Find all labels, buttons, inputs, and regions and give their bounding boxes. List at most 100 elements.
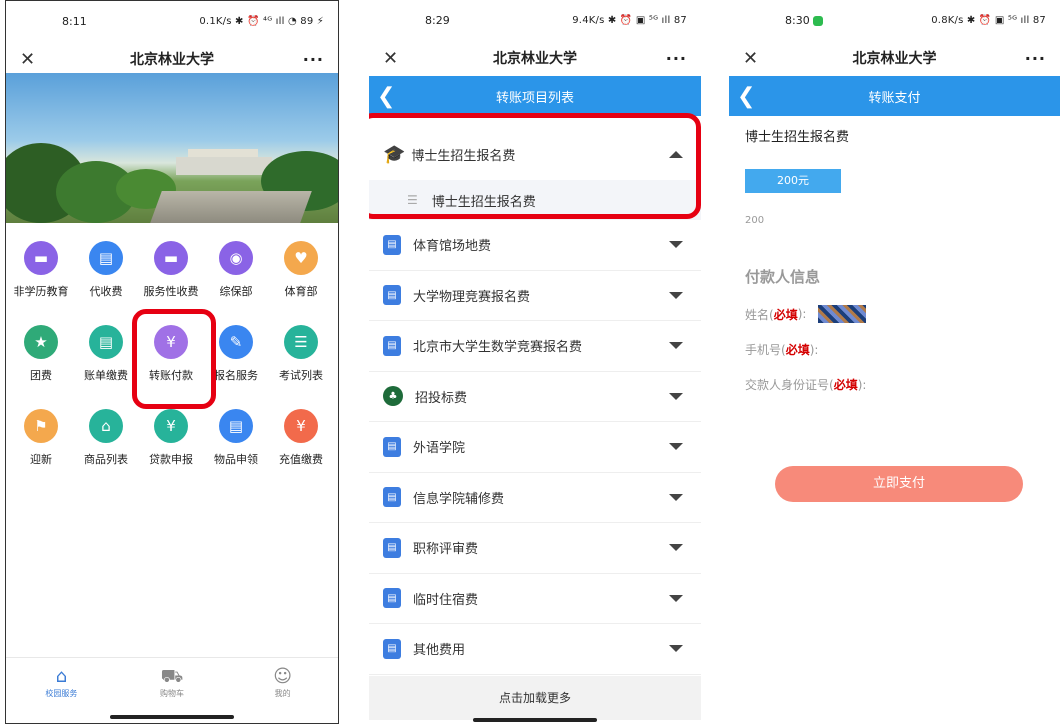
grid-item[interactable]: ▤ 代收费 [73, 241, 139, 299]
item-label: 外语学院 [413, 441, 466, 457]
grid-item-label: 物品申领 [214, 453, 258, 466]
more-options-icon[interactable]: ··· [303, 50, 324, 69]
home-indicator [473, 718, 597, 722]
grid-item[interactable]: ▤ 物品申领 [203, 409, 269, 467]
transfer-item-row[interactable]: ▤ 体育馆场地费 [369, 220, 701, 271]
chevron-down-icon[interactable] [669, 594, 683, 602]
status-indicators: 0.8K/s ✱ ⏰ ▣ ⁵ᴳ ıll 87 [931, 14, 1046, 26]
highlight-box [369, 113, 701, 219]
grid-item-label: 综保部 [219, 285, 253, 298]
chevron-down-icon[interactable] [669, 645, 683, 653]
item-label: 临时住宿费 [413, 592, 479, 608]
status-indicators: 9.4K/s ✱ ⏰ ▣ ⁵ᴳ ıll 87 [572, 14, 687, 26]
tab-label: 校园服务 [45, 689, 78, 698]
chevron-down-icon[interactable] [669, 241, 683, 249]
status-time: 8:29 [425, 13, 450, 27]
required-mark: 必填 [833, 378, 858, 392]
transfer-item-row[interactable]: ▤ 外语学院 [369, 422, 701, 473]
tab-user[interactable]: ☺ 我的 [227, 658, 338, 723]
payer-info-heading: 付款人信息 [745, 268, 821, 286]
grid-item[interactable]: ¥ 贷款申报 [138, 409, 204, 467]
bag-icon: ◉ [219, 241, 253, 275]
amount-value: 200 [745, 215, 765, 226]
transfer-item-row[interactable]: ▤ 职称评审费 [369, 523, 701, 574]
chevron-down-icon[interactable] [669, 443, 683, 451]
phone-label: 手机号( [745, 343, 786, 357]
home-icon: ⌂ [55, 666, 68, 687]
chevron-down-icon[interactable] [669, 342, 683, 350]
load-more-button[interactable]: 点击加载更多 [369, 676, 701, 720]
item-label: 招投标费 [415, 390, 468, 406]
close-icon[interactable]: ✕ [743, 48, 767, 69]
grid-item[interactable]: ★ 团费 [8, 325, 74, 383]
item-label: 职称评审费 [413, 542, 479, 558]
status-time: 8:11 [62, 14, 87, 28]
item-label: 北京市大学生数学竞赛报名费 [413, 340, 583, 356]
list-icon: ☰ [284, 325, 318, 359]
grid-item[interactable]: ♥ 体育部 [268, 241, 334, 299]
heart-icon: ♥ [284, 241, 318, 275]
more-options-icon[interactable]: ··· [1025, 49, 1046, 68]
transfer-item-list: ▤ 体育馆场地费 ▤ 大学物理竞赛报名费 ▤ 北京市大学生数学竞赛报名费 ♣ 招投标费 ▤ 外语学… [369, 220, 701, 675]
item-label: 大学物理竞赛报名费 [413, 289, 531, 305]
status-bar: 8:30 0.8K/s ✱ ⏰ ▣ ⁵ᴳ ıll 87 [729, 0, 1060, 40]
transfer-item-row[interactable]: ▤ 信息学院辅修费 [369, 473, 701, 523]
close-icon[interactable]: ✕ [383, 48, 407, 69]
name-label: 姓名( [745, 307, 774, 322]
grid-item[interactable]: ◉ 综保部 [203, 241, 269, 299]
grid-item[interactable]: ▤ 账单缴费 [73, 325, 139, 383]
moneybag-icon: ¥ [154, 409, 188, 443]
grid-item[interactable]: ▬ 非学历教育 [8, 241, 74, 299]
grid-item[interactable]: ¥ 充值缴费 [268, 409, 334, 467]
document-icon: ▤ [219, 409, 253, 443]
grid-item[interactable]: ▬ 服务性收费 [138, 241, 204, 299]
home-indicator [110, 715, 234, 719]
transfer-item-row[interactable]: ▤ 其他费用 [369, 624, 701, 675]
id-label-end: ): [857, 377, 867, 392]
chevron-down-icon[interactable] [669, 392, 683, 400]
grid-item[interactable]: ⌂ 商品列表 [73, 409, 139, 467]
phone-screen-transfer-list: 8:29 9.4K/s ✱ ⏰ ▣ ⁵ᴳ ıll 87 ✕ 北京林业大学 ···… [369, 0, 701, 724]
header-bar: ❮ 转账支付 [729, 76, 1060, 116]
notebook-icon: ▤ [383, 234, 401, 255]
transfer-item-row[interactable]: ▤ 大学物理竞赛报名费 [369, 271, 701, 321]
edit-icon: ✎ [219, 325, 253, 359]
back-arrow-icon[interactable]: ❮ [377, 84, 395, 109]
transfer-item-row[interactable]: ▤ 北京市大学生数学竞赛报名费 [369, 321, 701, 372]
grid-item-label: 非学历教育 [13, 285, 69, 298]
folder-icon: ▬ [24, 241, 58, 275]
tab-home[interactable]: ⌂ 校园服务 [6, 658, 117, 723]
chevron-down-icon[interactable] [669, 493, 683, 501]
grid-item[interactable]: ⚑ 迎新 [8, 409, 74, 467]
payment-item-title: 博士生招生报名费 [745, 130, 850, 145]
close-icon[interactable]: ✕ [20, 49, 44, 70]
grid-item[interactable]: ☰ 考试列表 [268, 325, 334, 383]
university-emblem-icon: ♣ [383, 386, 403, 407]
title-bar: ✕ 北京林业大学 ··· [369, 40, 701, 76]
notebook-icon: ▤ [383, 588, 401, 609]
back-arrow-icon[interactable]: ❮ [737, 84, 755, 109]
name-field[interactable]: 姓名(必填): [745, 305, 1044, 323]
more-options-icon[interactable]: ··· [666, 49, 687, 68]
chevron-down-icon[interactable] [669, 291, 683, 299]
grid-item-label: 考试列表 [279, 369, 323, 382]
pay-now-button[interactable]: 立即支付 [775, 466, 1023, 502]
transfer-item-row[interactable]: ♣ 招投标费 [369, 372, 701, 422]
amount-option-button[interactable]: 200元 [745, 169, 841, 193]
phone-field[interactable]: 手机号(必填): [745, 341, 1044, 358]
chevron-down-icon[interactable] [669, 544, 683, 552]
grid-item-label: 账单缴费 [84, 369, 128, 382]
id-number-field[interactable]: 交款人身份证号(必填): [745, 376, 1044, 393]
transfer-item-row[interactable]: ▤ 临时住宿费 [369, 574, 701, 624]
item-label: 其他费用 [413, 643, 466, 659]
bottom-tab-bar: ⌂ 校园服务 ⛟ 购物车 ☺ 我的 [6, 657, 338, 723]
header-title: 转账支付 [868, 90, 921, 106]
required-mark: 必填 [773, 307, 798, 322]
shop-icon: ⌂ [89, 409, 123, 443]
id-label: 交款人身份证号( [745, 378, 834, 392]
grid-item-label: 贷款申报 [149, 453, 193, 466]
item-label: 体育馆场地费 [413, 239, 492, 255]
grid-item-label: 充值缴费 [279, 453, 323, 466]
phone-screen-payment: 8:30 0.8K/s ✱ ⏰ ▣ ⁵ᴳ ıll 87 ✕ 北京林业大学 ···… [729, 0, 1060, 724]
tab-cart[interactable]: ⛟ 购物车 [117, 658, 228, 723]
